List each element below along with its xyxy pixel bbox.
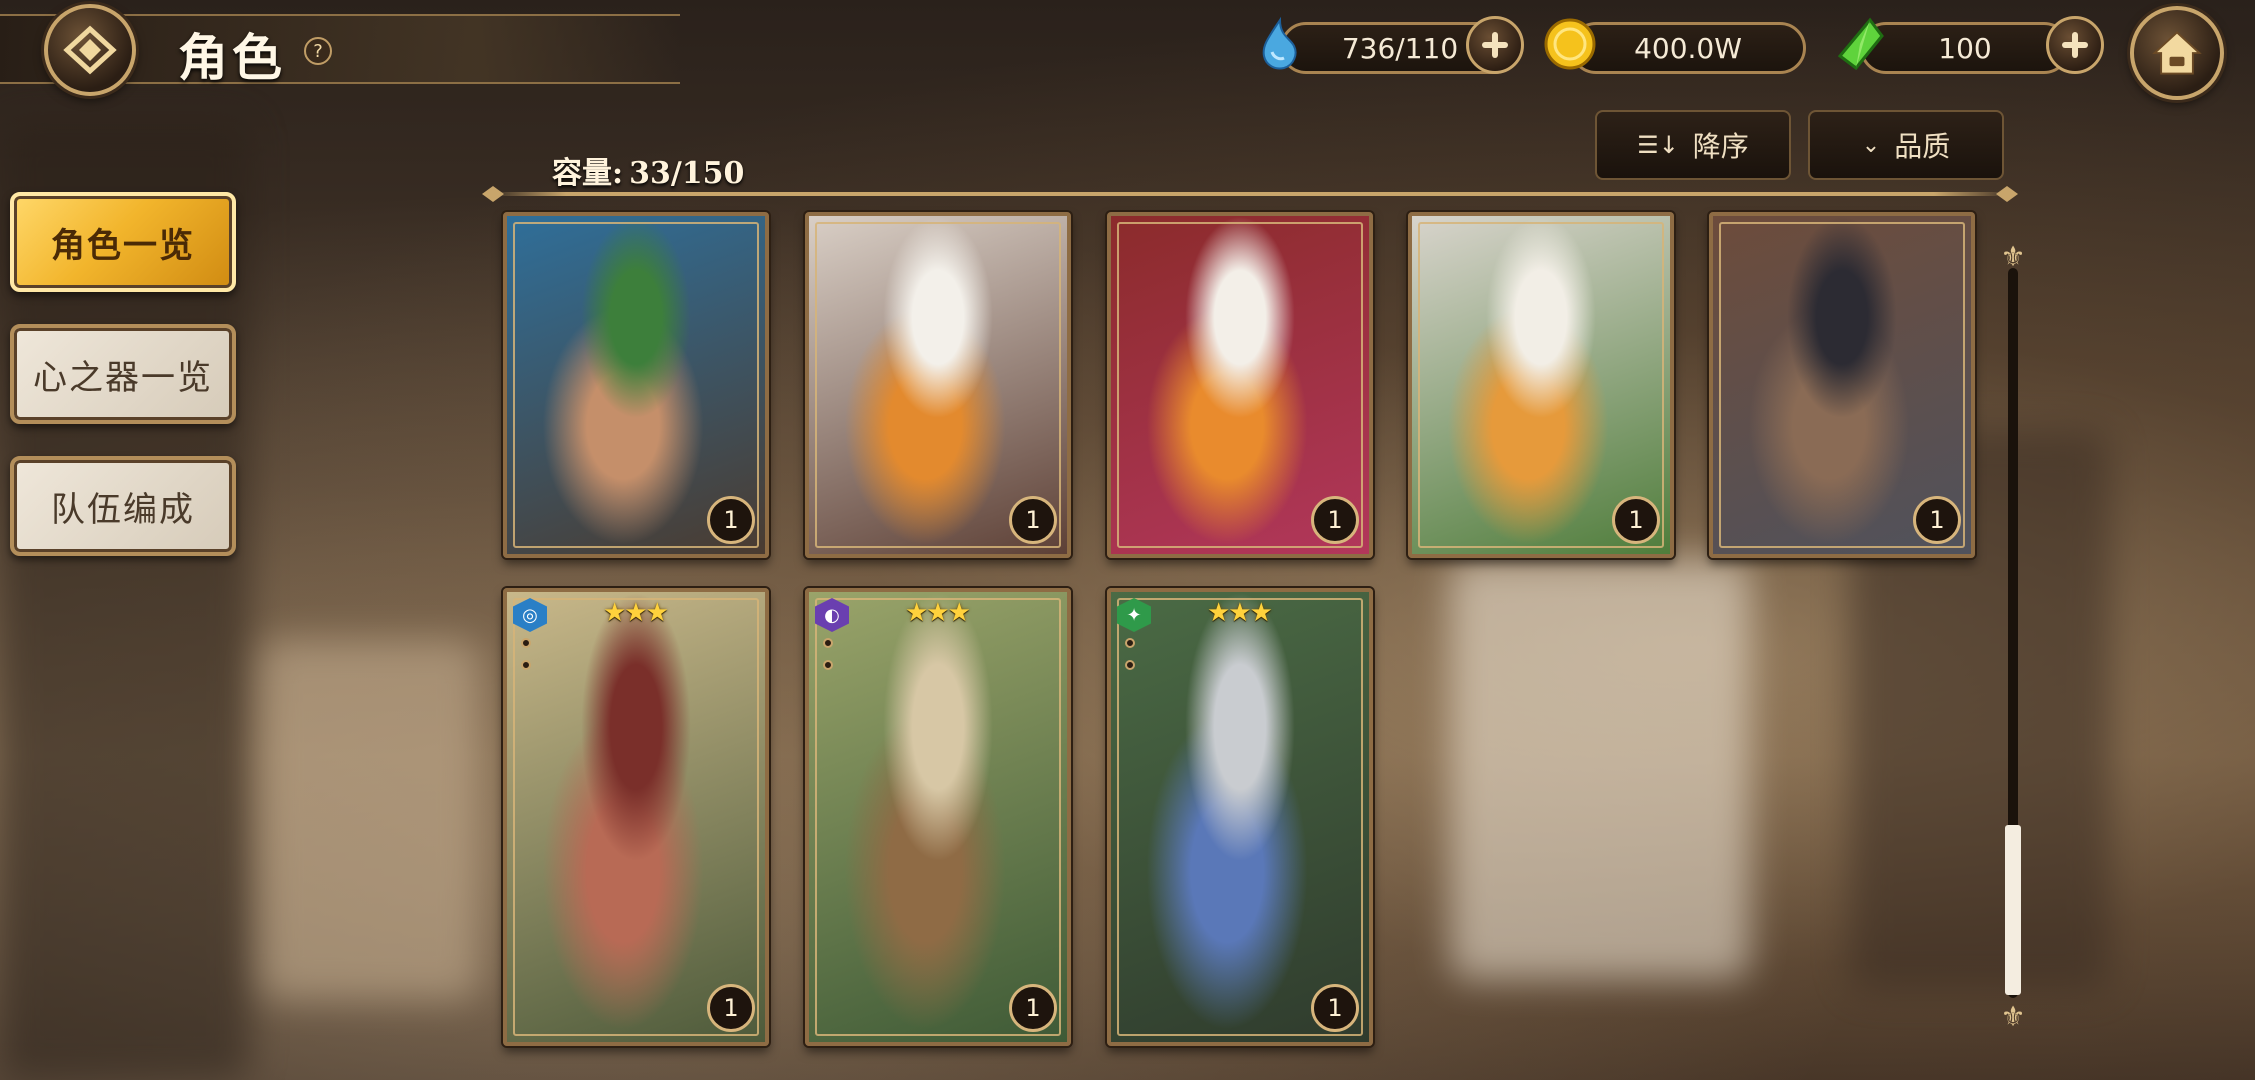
level-badge: 1 <box>707 496 755 544</box>
capacity-value: 33/150 <box>629 156 745 191</box>
page-title: 角色 <box>178 28 286 87</box>
card-side-dots <box>823 638 835 682</box>
rarity-stars: ★★★ <box>1207 598 1273 628</box>
scrollbar-thumb[interactable] <box>2005 825 2021 995</box>
gold-value: 400.0W <box>1634 31 1742 65</box>
gem-value: 100 <box>1938 31 1992 65</box>
chevron-down-icon: ⌄ <box>1861 132 1881 158</box>
sort-order-button[interactable]: ☰↓ 降序 <box>1595 110 1791 180</box>
character-card[interactable]: 1 <box>503 212 769 558</box>
dot <box>521 638 531 648</box>
character-card[interactable]: 1 <box>1709 212 1975 558</box>
character-card[interactable]: 1 <box>1107 212 1373 558</box>
capacity-text: 容量: <box>552 156 624 191</box>
divider-ornament <box>482 186 504 202</box>
character-card[interactable]: 1 <box>805 212 1071 558</box>
gem-display: 100 <box>1860 22 2070 74</box>
level-badge: 1 <box>1311 984 1359 1032</box>
back-button[interactable] <box>44 4 136 96</box>
filter-label: 品质 <box>1894 130 1951 163</box>
gold-display: 400.0W <box>1570 22 1806 74</box>
rarity-stars: ★★★ <box>905 598 971 628</box>
character-card[interactable]: 1 <box>1408 212 1674 558</box>
stamina-value: 736/110 <box>1341 31 1459 65</box>
quality-filter-button[interactable]: ⌄ 品质 <box>1808 110 2004 180</box>
level-badge: 1 <box>1009 496 1057 544</box>
add-stamina-button[interactable] <box>1466 16 1524 74</box>
home-icon <box>2152 31 2202 75</box>
level-badge: 1 <box>1913 496 1961 544</box>
level-badge: 1 <box>1612 496 1660 544</box>
sort-desc-icon: ☰↓ <box>1637 131 1679 159</box>
dot <box>823 660 833 670</box>
scroll-up-icon[interactable]: ⚜ <box>1999 240 2027 273</box>
level-badge: 1 <box>1311 496 1359 544</box>
rarity-stars: ★★★ <box>603 598 669 628</box>
card-side-dots <box>1125 638 1137 682</box>
background-blur <box>1450 560 1750 980</box>
add-gem-button[interactable] <box>2046 16 2104 74</box>
help-icon[interactable]: ? <box>304 37 332 65</box>
character-card[interactable]: ◐ ★★★ 1 <box>805 588 1071 1046</box>
dot <box>1125 638 1135 648</box>
character-card[interactable]: ✦ ★★★ 1 <box>1107 588 1373 1046</box>
character-portrait <box>809 592 1067 1042</box>
card-side-dots <box>521 638 533 682</box>
character-card[interactable]: ◎ ★★★ 1 <box>503 588 769 1046</box>
diamond-back-icon <box>63 25 117 75</box>
dot <box>823 638 833 648</box>
green-crystal-icon <box>1837 17 1884 71</box>
sort-label: 降序 <box>1692 130 1749 163</box>
gold-coin-icon <box>1544 18 1596 70</box>
background-blur <box>260 640 480 1000</box>
character-portrait <box>507 592 765 1042</box>
water-drop-icon <box>1262 16 1297 70</box>
divider-ornament <box>1996 186 2018 202</box>
home-button[interactable] <box>2130 6 2224 100</box>
menu-heart-vessel-list[interactable]: 心之器一览 <box>10 324 236 424</box>
menu-character-list[interactable]: 角色一览 <box>10 192 236 292</box>
menu-team-formation[interactable]: 队伍编成 <box>10 456 236 556</box>
divider-line <box>490 192 2010 196</box>
level-badge: 1 <box>1009 984 1057 1032</box>
dot <box>1125 660 1135 670</box>
scroll-down-icon[interactable]: ⚜ <box>1999 1000 2027 1033</box>
capacity-label: 容量: 33/150 <box>552 148 744 192</box>
dot <box>521 660 531 670</box>
level-badge: 1 <box>707 984 755 1032</box>
character-portrait <box>1111 592 1369 1042</box>
